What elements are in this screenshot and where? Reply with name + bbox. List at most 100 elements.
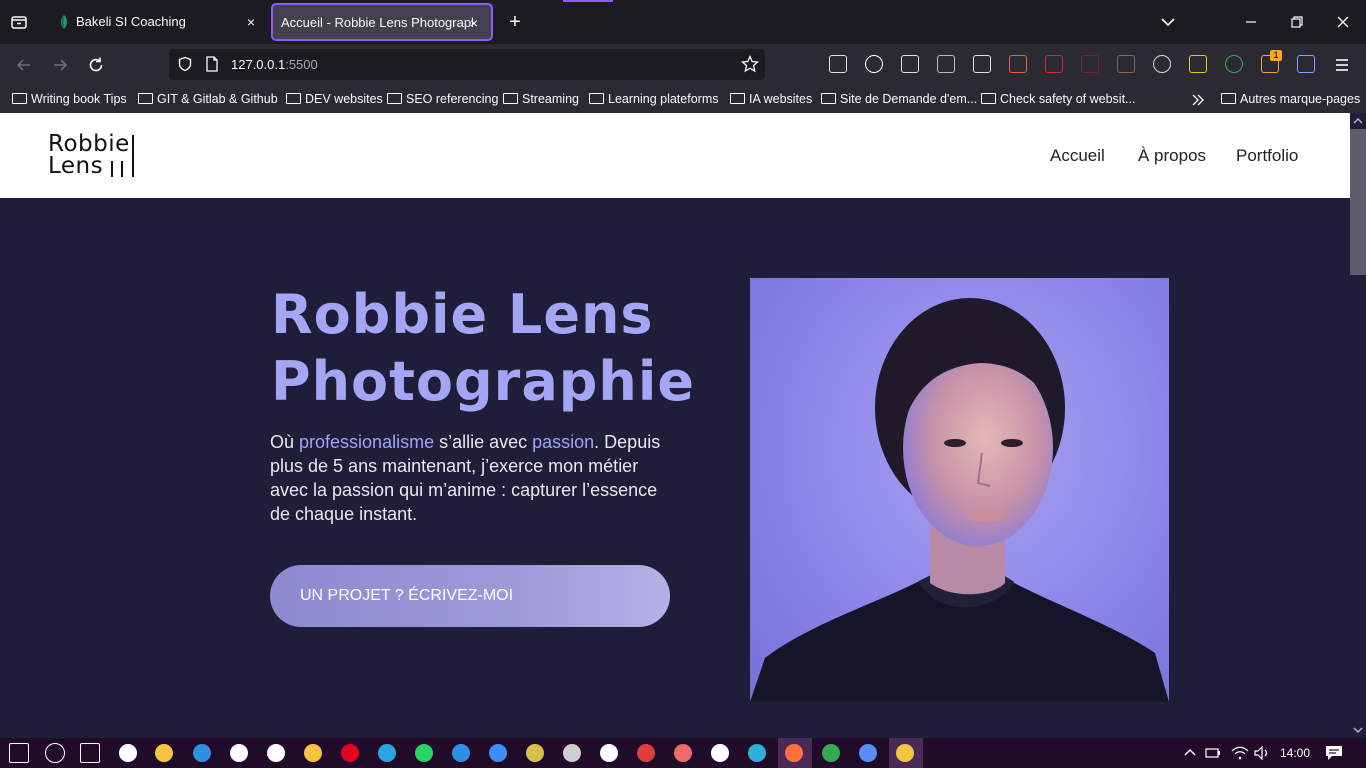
nav-a-propos[interactable]: À propos xyxy=(1138,146,1206,166)
contact-cta-button[interactable]: UN PROJET ? ÉCRIVEZ-MOI xyxy=(270,565,670,627)
puzzle-icon[interactable] xyxy=(901,55,919,73)
todo-icon[interactable] xyxy=(489,744,507,762)
tab-bakeli[interactable]: Bakeli SI Coaching × xyxy=(44,4,266,40)
bookmark-folder[interactable]: Streaming xyxy=(503,90,579,108)
settings-icon[interactable] xyxy=(563,744,581,762)
tab-list-icon[interactable] xyxy=(8,11,30,33)
wifi-icon[interactable] xyxy=(1231,746,1249,760)
bookmark-folder[interactable]: Check safety of websit... xyxy=(981,90,1135,108)
minimize-icon[interactable] xyxy=(1241,12,1261,32)
pinterest-icon[interactable] xyxy=(341,744,359,762)
bookmark-folder[interactable]: IA websites xyxy=(730,90,812,108)
extension-badge: 1 xyxy=(1270,50,1282,61)
tray-chevron-icon[interactable] xyxy=(1183,746,1197,760)
bookmark-folder[interactable]: DEV websites xyxy=(286,90,383,108)
new-tab-button[interactable]: + xyxy=(505,12,525,32)
x-icon[interactable] xyxy=(230,744,248,762)
notifications-icon[interactable] xyxy=(1325,745,1343,761)
hamburger-menu-icon[interactable] xyxy=(1331,54,1353,76)
forward-icon[interactable] xyxy=(49,54,71,76)
logo-bar xyxy=(132,135,134,177)
tab-close-icon[interactable]: × xyxy=(465,14,483,32)
scroll-thumb[interactable] xyxy=(1350,129,1366,275)
colorful-app-icon[interactable] xyxy=(674,744,692,762)
page-scrollbar[interactable] xyxy=(1350,113,1366,738)
file-explorer-icon[interactable] xyxy=(155,744,173,762)
chat-icon[interactable] xyxy=(859,744,877,762)
logo-bar xyxy=(111,161,113,177)
telegram-icon[interactable] xyxy=(378,744,396,762)
volume-icon[interactable] xyxy=(1254,746,1272,760)
owl-extension-icon[interactable] xyxy=(937,55,955,73)
site-logo[interactable]: Robbie Lens xyxy=(48,133,138,181)
ublock-icon[interactable] xyxy=(1081,55,1099,73)
app-circle-icon[interactable] xyxy=(119,744,137,762)
m-extension-icon[interactable] xyxy=(865,55,883,73)
pocket-icon[interactable] xyxy=(829,55,847,73)
refresh-extension-icon[interactable] xyxy=(1225,55,1243,73)
tab-title: Accueil - Robbie Lens Photographie xyxy=(281,15,473,30)
translate-icon[interactable] xyxy=(973,55,991,73)
notion-icon[interactable] xyxy=(711,744,729,762)
bookmark-folder[interactable]: GIT & Gitlab & Github xyxy=(138,90,278,108)
web-page: Robbie Lens Accueil À propos Portfolio R… xyxy=(0,113,1350,738)
medium-icon[interactable] xyxy=(267,744,285,762)
tab-indicator xyxy=(563,0,613,2)
back-icon[interactable] xyxy=(13,54,35,76)
windows-start-icon[interactable] xyxy=(9,743,29,763)
hand-extension-icon[interactable] xyxy=(1117,55,1135,73)
clock[interactable]: 14:00 xyxy=(1280,745,1310,761)
bakeli-favicon-icon xyxy=(61,15,67,29)
bookmark-folder-other[interactable]: Autres marque-pages xyxy=(1221,90,1360,108)
edge-icon[interactable] xyxy=(748,744,766,762)
close-window-icon[interactable] xyxy=(1333,12,1353,32)
task-view-icon[interactable] xyxy=(80,743,100,763)
bookmark-folder[interactable]: Site de Demande d'em... xyxy=(821,90,977,108)
bookmarks-overflow-icon[interactable] xyxy=(1191,93,1205,107)
scroll-down-icon[interactable] xyxy=(1353,725,1363,735)
reader-extension-icon[interactable] xyxy=(1297,55,1315,73)
star-of-david-icon[interactable] xyxy=(637,744,655,762)
firefox-icon[interactable] xyxy=(785,744,803,762)
mail-icon[interactable] xyxy=(193,744,211,762)
bookmark-star-icon[interactable] xyxy=(741,55,759,73)
whatsapp-icon[interactable] xyxy=(415,744,433,762)
bookmark-folder[interactable]: SEO referencing xyxy=(387,90,498,108)
tab-robbie-lens[interactable]: Accueil - Robbie Lens Photographie × xyxy=(272,4,492,40)
sticky-notes-icon[interactable] xyxy=(304,744,322,762)
dark-reader-icon[interactable] xyxy=(1153,55,1171,73)
folder-icon xyxy=(589,93,604,105)
tab-close-icon[interactable]: × xyxy=(242,13,260,31)
bookmark-folder[interactable]: Learning plateforms xyxy=(589,90,718,108)
reload-icon[interactable] xyxy=(85,54,107,76)
nav-portfolio[interactable]: Portfolio xyxy=(1236,146,1298,166)
clapper-icon[interactable] xyxy=(896,744,914,762)
flag-extension-icon[interactable] xyxy=(1009,55,1027,73)
folder-icon xyxy=(12,93,27,105)
hero-title: Robbie Lens Photographie xyxy=(271,283,695,413)
battery-icon[interactable] xyxy=(1205,746,1221,760)
hd-extension-icon[interactable] xyxy=(1045,55,1063,73)
page-info-icon[interactable] xyxy=(205,56,219,72)
scroll-up-icon[interactable] xyxy=(1353,116,1363,126)
ps-extension-icon[interactable] xyxy=(1189,55,1207,73)
tab-title: Bakeli SI Coaching xyxy=(76,14,186,29)
folder-icon xyxy=(981,93,996,105)
git-kraken-icon[interactable] xyxy=(526,744,544,762)
github-icon[interactable] xyxy=(600,744,618,762)
vscode-icon[interactable] xyxy=(452,744,470,762)
search-icon[interactable] xyxy=(45,743,65,763)
tracking-protection-shield-icon[interactable] xyxy=(177,56,193,72)
folder-icon xyxy=(286,93,301,105)
screen: Bakeli SI Coaching × Accueil - Robbie Le… xyxy=(0,0,1366,768)
folder-icon xyxy=(1221,93,1236,105)
folder-icon xyxy=(138,93,153,105)
bookmark-folder[interactable]: Writing book Tips xyxy=(12,90,127,108)
tab-overflow-chevron-icon[interactable] xyxy=(1158,12,1178,32)
chrome-icon[interactable] xyxy=(822,744,840,762)
nav-accueil[interactable]: Accueil xyxy=(1050,146,1105,166)
site-header: Robbie Lens Accueil À propos Portfolio xyxy=(0,113,1350,198)
browser-tab-strip: Bakeli SI Coaching × Accueil - Robbie Le… xyxy=(0,0,1366,44)
restore-icon[interactable] xyxy=(1287,12,1307,32)
address-bar[interactable]: 127.0.0.1:5500 xyxy=(169,49,765,80)
